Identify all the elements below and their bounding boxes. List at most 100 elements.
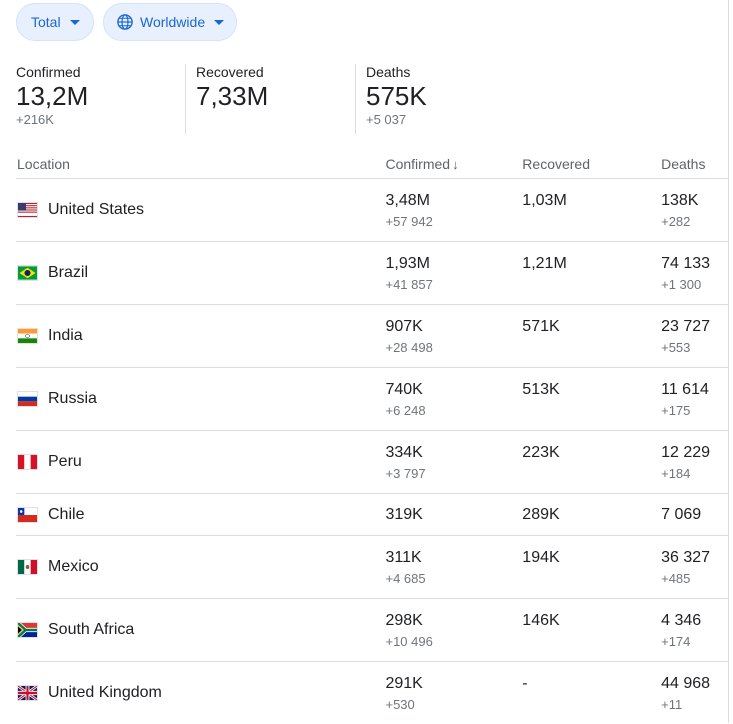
deaths-delta: +174 [661,634,691,649]
header-confirmed[interactable]: Confirmed ↓ [385,156,522,172]
stat-deaths: Deaths 575K +5 037 [356,64,526,134]
confirmed-cell: 291K +530 [385,662,522,724]
deaths-value: 4 346 [661,612,702,629]
header-recovered[interactable]: Recovered [522,156,661,172]
table-row[interactable]: South Africa 298K +10 496 146K 4 346 +17… [16,599,729,662]
location-cell: Russia [16,368,385,430]
deaths-cell: 7 069 [661,494,729,535]
brazil-flag-icon [17,265,38,281]
metric-filter-label: Total [31,14,61,30]
recovered-value: 1,21M [522,255,567,272]
recovered-cell: 223K [522,431,661,493]
recovered-value: 146K [522,612,560,629]
table-row[interactable]: Peru 334K +3 797 223K 12 229 +184 [16,431,729,494]
stat-value: 7,33M [196,81,269,111]
stat-label: Deaths [366,64,411,80]
summary-stats: Confirmed 13,2M +216K Recovered 7,33M De… [16,64,526,134]
confirmed-delta: +3 797 [385,466,426,481]
deaths-cell: 11 614 +175 [661,368,729,430]
recovered-cell: - [522,662,661,724]
stat-label: Recovered [196,64,264,80]
confirmed-delta: +6 248 [385,403,426,418]
deaths-value: 138K [661,192,699,209]
table-row[interactable]: United Kingdom 291K +530 - 44 968 +11 [16,662,729,724]
us-flag-icon [17,202,38,218]
confirmed-delta: +41 857 [385,277,433,292]
stat-value: 13,2M [16,81,89,111]
deaths-delta: +11 [661,697,683,712]
table-row[interactable]: United States 3,48M +57 942 1,03M 138K +… [16,179,729,242]
deaths-value: 44 968 [661,675,711,692]
deaths-delta: +282 [661,214,691,229]
recovered-value: 289K [522,505,560,523]
confirmed-delta: +530 [385,697,415,712]
confirmed-value: 298K [385,612,423,629]
deaths-value: 7 069 [661,505,702,523]
confirmed-cell: 334K +3 797 [385,431,522,493]
table-row[interactable]: India 907K +28 498 571K 23 727 +553 [16,305,729,368]
region-filter-label: Worldwide [140,14,206,30]
recovered-cell: 289K [522,494,661,535]
chile-flag-icon [17,506,38,523]
confirmed-value: 291K [385,675,423,692]
russia-flag-icon [17,391,38,407]
recovered-value: 1,03M [522,192,567,209]
peru-flag-icon [17,454,38,470]
recovered-value: 513K [522,381,560,398]
filter-chips: Total Worldwide [16,3,237,41]
table-row[interactable]: Russia 740K +6 248 513K 11 614 +175 [16,368,729,431]
location-cell: United States [16,179,385,241]
confirmed-cell: 907K +28 498 [385,305,522,367]
location-name: India [48,327,83,344]
recovered-value: 223K [522,444,560,461]
deaths-value: 12 229 [661,444,711,461]
recovered-value: - [522,675,528,692]
caret-down-icon [214,19,225,25]
stat-confirmed: Confirmed 13,2M +216K [16,64,186,134]
south-africa-flag-icon [17,622,38,638]
location-cell: Mexico [16,536,385,598]
confirmed-delta: +28 498 [385,340,433,355]
location-cell: Peru [16,431,385,493]
deaths-delta: +1 300 [661,277,702,292]
deaths-value: 74 133 [661,255,711,272]
confirmed-value: 319K [385,505,423,523]
globe-icon [117,14,133,30]
location-name: Brazil [48,264,89,281]
confirmed-cell: 3,48M +57 942 [385,179,522,241]
deaths-cell: 36 327 +485 [661,536,729,598]
stat-label: Confirmed [16,64,81,80]
recovered-cell: 146K [522,599,661,661]
caret-down-icon [69,19,80,25]
table-row[interactable]: Mexico 311K +4 685 194K 36 327 +485 [16,536,729,599]
region-filter-chip[interactable]: Worldwide [103,3,237,41]
deaths-value: 11 614 [661,381,709,398]
sort-arrow-icon: ↓ [452,157,459,172]
location-name: Chile [48,505,85,523]
confirmed-cell: 319K [385,494,522,535]
table-row[interactable]: Chile 319K 289K 7 069 [16,494,729,536]
confirmed-cell: 298K +10 496 [385,599,522,661]
deaths-value: 36 327 [661,549,711,566]
header-location[interactable]: Location [16,156,385,172]
header-deaths[interactable]: Deaths [661,156,729,172]
location-cell: United Kingdom [16,662,385,724]
table-row[interactable]: Brazil 1,93M +41 857 1,21M 74 133 +1 300 [16,242,729,305]
deaths-delta: +553 [661,340,691,355]
recovered-value: 571K [522,318,560,335]
deaths-cell: 23 727 +553 [661,305,729,367]
location-name: United Kingdom [48,684,162,701]
deaths-delta: +175 [661,403,691,418]
uk-flag-icon [17,685,38,701]
deaths-delta: +485 [661,571,691,586]
metric-filter-chip[interactable]: Total [16,3,94,41]
header-confirmed-label: Confirmed [385,156,451,172]
confirmed-delta: +57 942 [385,214,433,229]
recovered-cell: 1,21M [522,242,661,304]
deaths-cell: 74 133 +1 300 [661,242,729,304]
confirmed-cell: 1,93M +41 857 [385,242,522,304]
location-cell: South Africa [16,599,385,661]
table-header: Location Confirmed ↓ Recovered Deaths [16,150,729,179]
stat-delta: +216K [16,112,54,127]
recovered-cell: 571K [522,305,661,367]
